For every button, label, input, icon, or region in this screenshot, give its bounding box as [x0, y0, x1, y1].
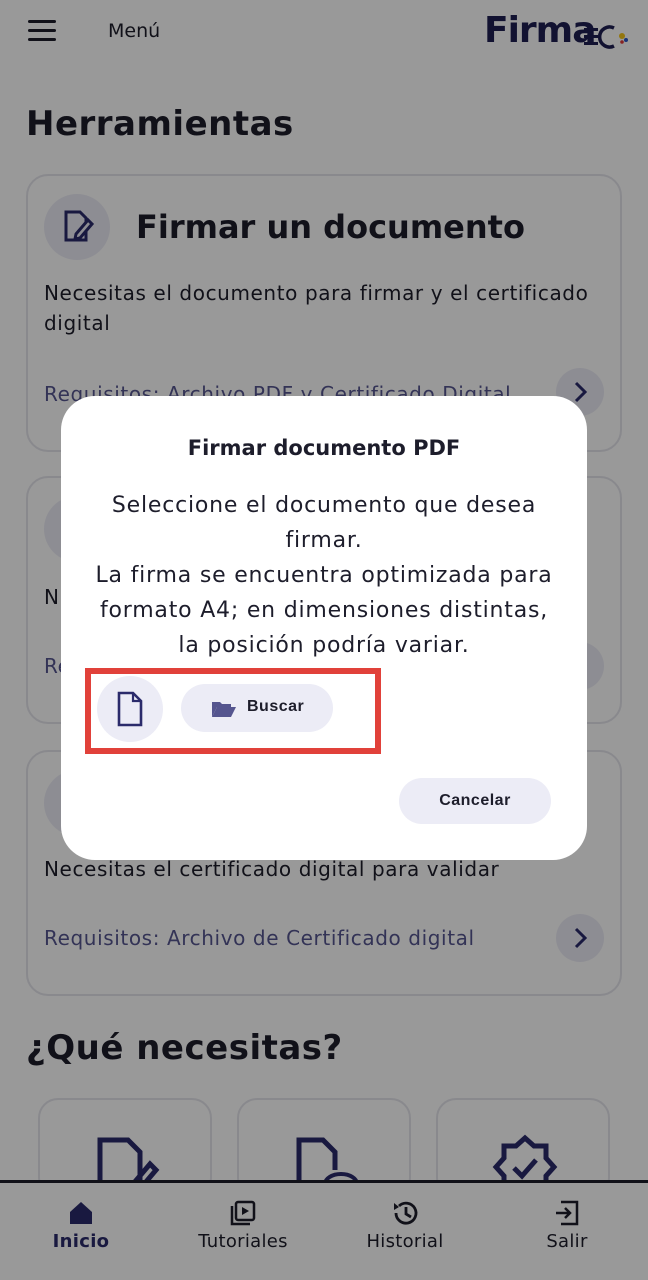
sign-pdf-dialog: Firmar documento PDF Seleccione el docum… — [61, 396, 587, 860]
app-screen: Menú Firma Herramientas Firmar un docume… — [0, 0, 648, 1280]
dialog-message-line: firmar. — [285, 528, 363, 553]
dialog-message: Seleccione el documento que desea firmar… — [81, 488, 567, 663]
dialog-title: Firmar documento PDF — [187, 436, 461, 460]
dialog-message-line: la posición podría variar. — [178, 633, 470, 658]
dialog-message-line: La firma se encuentra optimizada para — [95, 563, 553, 588]
cancel-button-label: Cancelar — [439, 792, 511, 809]
cancel-button[interactable]: Cancelar — [399, 778, 551, 824]
dialog-message-line: Seleccione el documento que desea — [111, 493, 537, 518]
highlight-box — [85, 668, 381, 754]
dialog-message-line: formato A4; en dimensiones distintas, — [99, 598, 549, 623]
